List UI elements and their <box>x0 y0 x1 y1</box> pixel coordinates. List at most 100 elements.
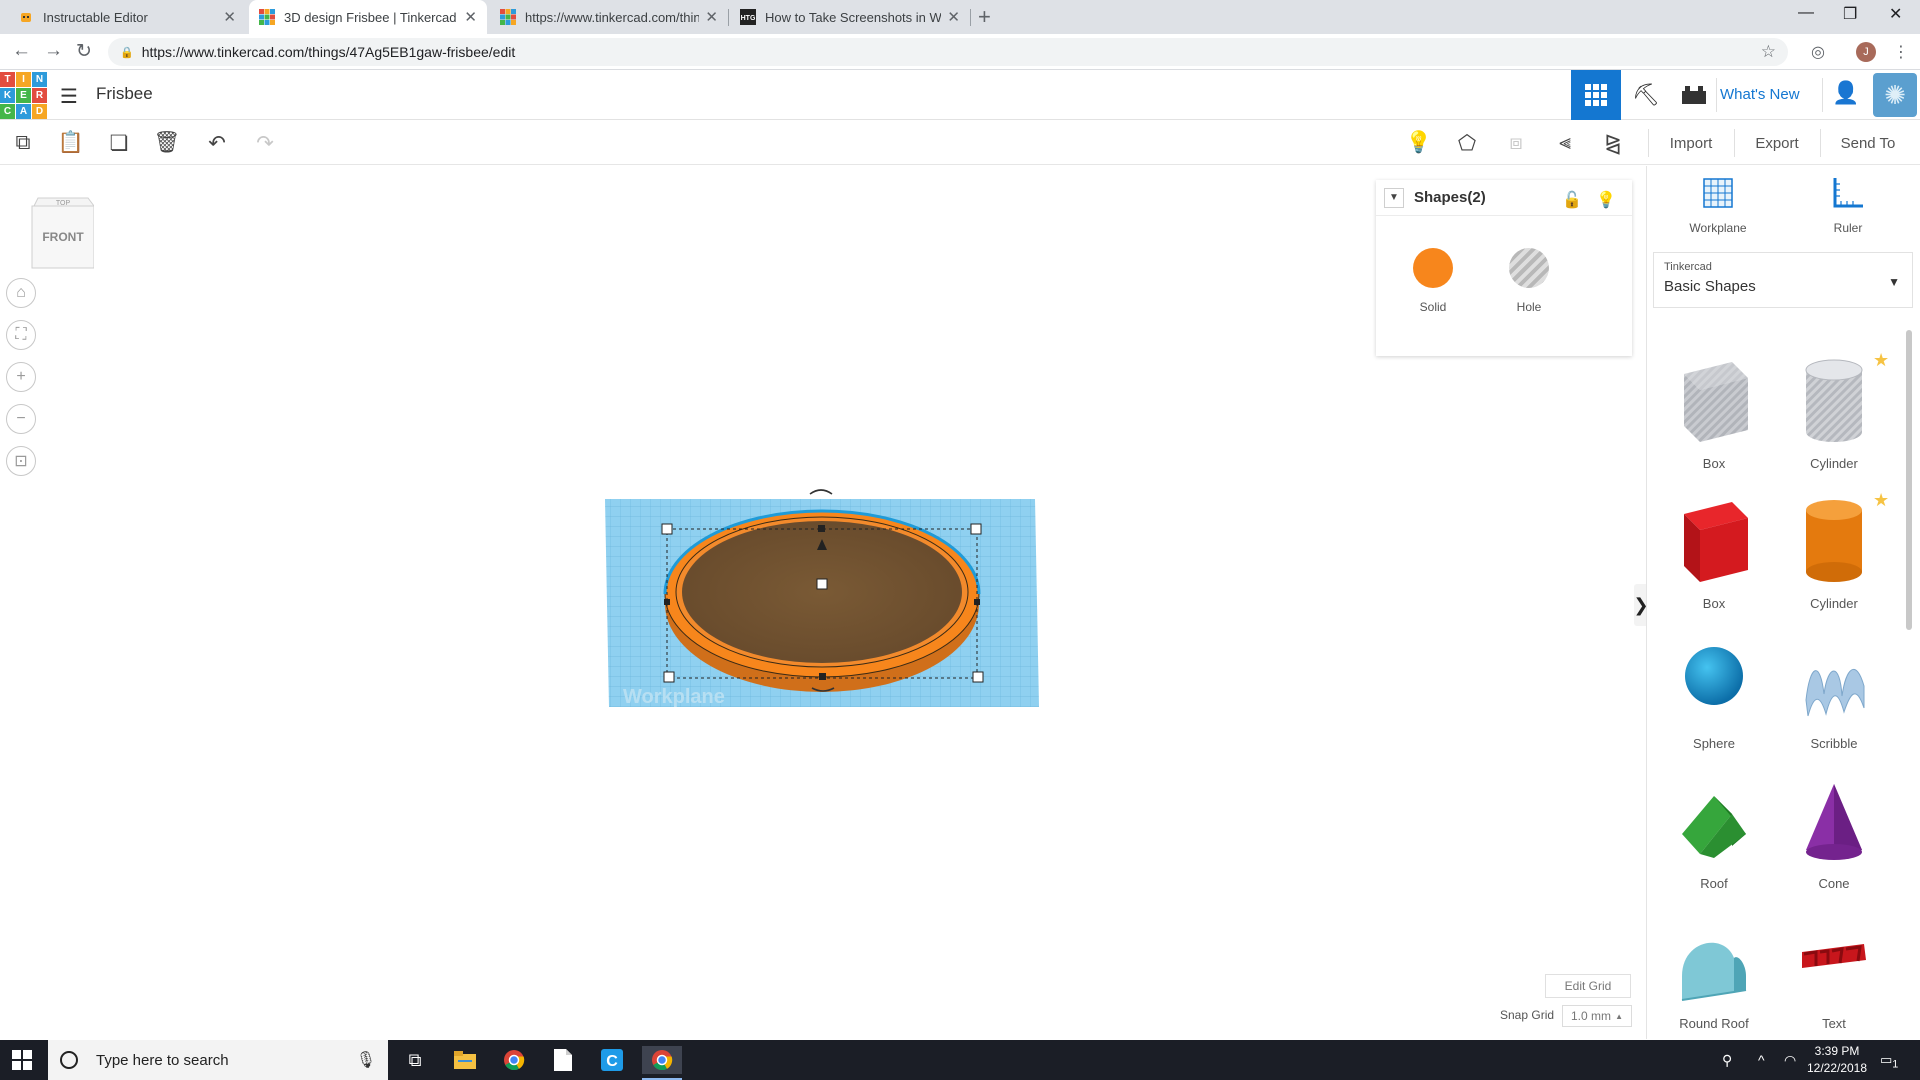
back-icon[interactable]: ← <box>12 40 31 62</box>
restore-icon[interactable]: ❐ <box>1843 4 1857 24</box>
new-tab-icon[interactable]: + <box>978 4 991 30</box>
edge-handle[interactable] <box>664 599 670 605</box>
microphone-icon[interactable]: 🎙 <box>356 1050 376 1070</box>
panel-scrollbar[interactable] <box>1906 330 1912 630</box>
shape-cylinder-hole[interactable]: ★ Cylinder <box>1779 344 1889 480</box>
document-icon[interactable] <box>543 1046 583 1074</box>
chrome-icon[interactable] <box>494 1046 534 1074</box>
collapse-caret-icon[interactable]: ▼ <box>1384 187 1404 208</box>
paste-icon[interactable]: 📋 <box>58 130 84 156</box>
extension-icon[interactable]: ◎ <box>1811 42 1825 62</box>
rotate-handle-top[interactable] <box>809 489 833 495</box>
add-user-icon[interactable]: 👤 <box>1832 80 1859 106</box>
hole-option[interactable]: Hole <box>1489 248 1569 314</box>
notification-icon[interactable]: ▭1 <box>1880 1052 1898 1071</box>
system-clock[interactable]: 3:39 PM 12/22/2018 <box>1805 1043 1869 1077</box>
tray-expand-chevron-icon[interactable]: ^ <box>1758 1052 1765 1068</box>
shape-library-select[interactable]: Tinkercad Basic Shapes ▼ <box>1653 252 1913 308</box>
shape-label: Cylinder <box>1810 596 1858 611</box>
import-button[interactable]: Import <box>1654 128 1728 158</box>
favorite-star-icon[interactable]: ★ <box>1873 350 1889 371</box>
height-handle[interactable] <box>818 525 825 532</box>
favorite-star-icon[interactable]: ★ <box>1873 490 1889 511</box>
edit-grid-button[interactable]: Edit Grid <box>1545 974 1631 998</box>
shape-roof[interactable]: Roof <box>1659 764 1769 900</box>
browser-tab[interactable]: https://www.tinkercad.com/thing ✕ <box>490 0 728 34</box>
app-c-icon[interactable]: C <box>592 1046 632 1074</box>
copy-icon[interactable]: ⧉ <box>10 130 36 156</box>
ungroup-icon[interactable]: ⧈ <box>1503 130 1529 156</box>
forward-icon[interactable]: → <box>44 40 63 62</box>
logo-letter: R <box>32 88 47 103</box>
solid-option[interactable]: Solid <box>1393 248 1473 314</box>
tab-close-icon[interactable]: ✕ <box>705 8 718 26</box>
hole-swatch[interactable] <box>1509 248 1549 288</box>
center-handle[interactable] <box>816 578 828 590</box>
file-explorer-icon[interactable] <box>445 1046 485 1074</box>
tinkercad-logo[interactable]: T I N K E R C A D <box>0 72 47 119</box>
address-bar[interactable]: 🔒 https://www.tinkercad.com/things/47Ag5… <box>108 38 1788 66</box>
browser-tab[interactable]: HTG How to Take Screenshots in Winc ✕ <box>730 0 970 34</box>
visibility-lightbulb-icon[interactable]: 💡 <box>1596 190 1616 210</box>
lego-bricks-button[interactable] <box>1669 70 1719 120</box>
toolbar-separator <box>1648 129 1649 157</box>
resize-handle[interactable] <box>663 671 675 683</box>
shape-box-solid[interactable]: Box <box>1659 484 1769 620</box>
shape-text[interactable]: Text <box>1779 904 1889 1040</box>
redo-icon[interactable]: ↷ <box>252 130 278 156</box>
shape-scribble[interactable]: Scribble <box>1779 624 1889 760</box>
brick-icon <box>1682 86 1706 104</box>
tab-close-icon[interactable]: ✕ <box>947 8 960 26</box>
ruler-tool[interactable]: Ruler <box>1803 176 1893 235</box>
chrome-active-icon[interactable] <box>642 1046 682 1080</box>
export-button[interactable]: Export <box>1740 128 1814 158</box>
whats-new-link[interactable]: What's New <box>1720 86 1800 103</box>
3d-view-button[interactable] <box>1571 70 1621 120</box>
codeblocks-button[interactable]: ⛏ <box>1621 70 1671 120</box>
reload-icon[interactable]: ↻ <box>76 40 92 63</box>
edge-handle[interactable] <box>974 599 980 605</box>
mirror-icon[interactable]: ⧎ <box>1600 130 1626 156</box>
resize-handle[interactable] <box>661 523 673 535</box>
profile-avatar[interactable]: J <box>1856 42 1876 62</box>
shape-cone[interactable]: Cone <box>1779 764 1889 900</box>
tab-close-icon[interactable]: ✕ <box>223 8 236 26</box>
shape-cylinder-solid[interactable]: ★ Cylinder <box>1779 484 1889 620</box>
resize-handle[interactable] <box>970 523 982 535</box>
wifi-icon[interactable]: ◠ <box>1784 1052 1796 1069</box>
frisbee-shape[interactable] <box>663 509 981 692</box>
snap-grid-caret-icon: ▲ <box>1615 1011 1623 1021</box>
send-to-button[interactable]: Send To <box>1826 128 1910 158</box>
group-icon[interactable]: ⬠ <box>1454 130 1480 156</box>
shape-box-hole[interactable]: Box <box>1659 344 1769 480</box>
resize-handle[interactable] <box>972 671 984 683</box>
window-close-icon[interactable]: ✕ <box>1889 4 1902 24</box>
windows-start-icon[interactable] <box>12 1050 32 1070</box>
shape-round-roof[interactable]: Round Roof <box>1659 904 1769 1040</box>
user-avatar[interactable]: ✺ <box>1873 73 1917 117</box>
taskbar-search[interactable]: Type here to search 🎙 <box>48 1040 388 1080</box>
people-icon[interactable]: ⚲ <box>1722 1052 1732 1069</box>
align-icon[interactable]: ⫷ <box>1552 130 1578 156</box>
shape-sphere[interactable]: Sphere <box>1659 624 1769 760</box>
tab-close-icon[interactable]: ✕ <box>464 8 477 26</box>
snap-grid-select[interactable]: 1.0 mm ▲ <box>1562 1005 1632 1027</box>
solid-swatch[interactable] <box>1413 248 1453 288</box>
workplane-tool[interactable]: Workplane <box>1673 176 1763 235</box>
design-name[interactable]: Frisbee <box>96 84 153 104</box>
shape-label: Roof <box>1700 876 1728 891</box>
bookmark-star-icon[interactable]: ☆ <box>1761 42 1776 62</box>
cylinder-orange-icon <box>1806 500 1862 582</box>
browser-tab-active[interactable]: 3D design Frisbee | Tinkercad ✕ <box>249 0 487 34</box>
browser-tab[interactable]: Instructable Editor ✕ <box>8 0 246 34</box>
edge-handle[interactable] <box>819 673 826 680</box>
delete-icon[interactable]: 🗑 <box>154 130 181 156</box>
show-all-lightbulb-icon[interactable]: 💡 <box>1406 130 1432 156</box>
minimize-icon[interactable]: — <box>1798 4 1814 22</box>
undo-icon[interactable]: ↶ <box>204 130 230 156</box>
duplicate-icon[interactable]: ❏ <box>106 130 132 156</box>
task-view-icon[interactable]: ⧉ <box>395 1046 435 1074</box>
lock-icon[interactable]: 🔓 <box>1562 190 1582 210</box>
chrome-menu-icon[interactable]: ⋮ <box>1893 42 1909 62</box>
design-menu-icon[interactable]: ☰ <box>60 84 78 109</box>
